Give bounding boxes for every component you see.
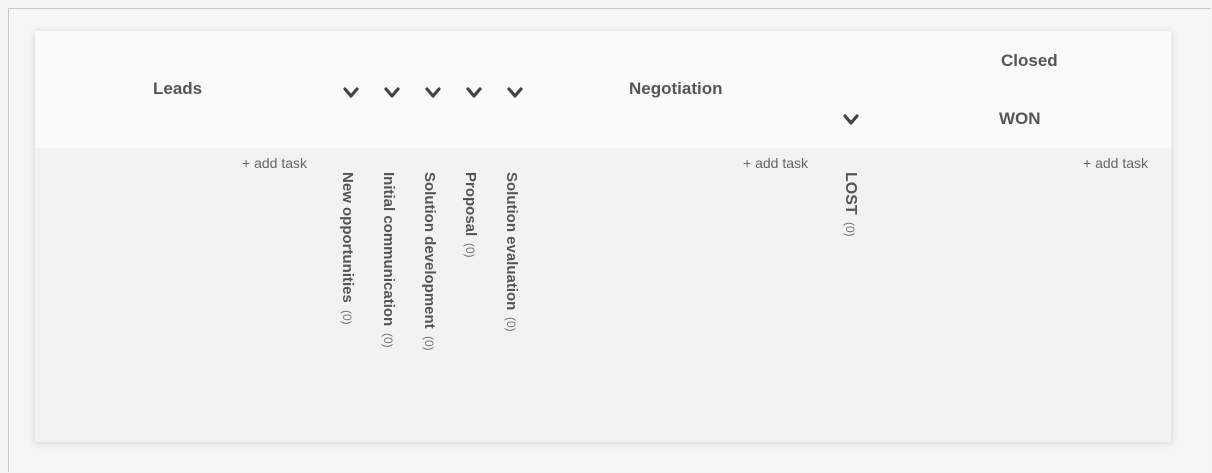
collapsed-column-count: (0): [463, 243, 477, 258]
expand-initial-communication-icon[interactable]: [383, 86, 401, 100]
collapsed-column-count: (0): [504, 317, 518, 333]
column-title-leads: Leads: [153, 79, 203, 98]
collapsed-column-count: (0): [422, 335, 436, 351]
collapsed-column-label: Solution evaluation: [503, 172, 520, 311]
collapsed-column-count: (0): [843, 221, 857, 237]
board-header-row: [35, 31, 1171, 148]
collapsed-column-solution-evaluation[interactable]: Solution evaluation (0): [503, 172, 520, 332]
collapsed-column-label: Proposal: [462, 172, 479, 237]
collapsed-column-label: New opportunities: [339, 172, 356, 303]
collapsed-column-label: LOST: [842, 172, 859, 215]
column-title-closed: Closed: [1001, 51, 1058, 70]
add-task-closed-button[interactable]: + add task: [1083, 155, 1148, 171]
collapsed-column-proposal[interactable]: Proposal (0): [462, 172, 479, 258]
expand-new-opportunities-icon[interactable]: [342, 86, 360, 100]
collapsed-column-new-opportunities[interactable]: New opportunities (0): [339, 172, 356, 325]
collapsed-column-count: (0): [340, 309, 354, 325]
expand-solution-evaluation-icon[interactable]: [506, 86, 524, 100]
board-body-row: [35, 148, 1171, 442]
collapsed-column-initial-communication[interactable]: Initial communication (0): [380, 172, 397, 348]
expand-lost-icon[interactable]: [842, 113, 860, 127]
add-task-negotiation-button[interactable]: + add task: [743, 155, 808, 171]
collapsed-column-label: Solution development: [421, 172, 438, 329]
collapsed-column-count: (0): [381, 333, 395, 348]
collapsed-column-lost[interactable]: LOST (0): [841, 172, 859, 236]
add-task-leads-button[interactable]: + add task: [242, 155, 307, 171]
collapsed-column-solution-development[interactable]: Solution development (0): [421, 172, 438, 350]
expand-solution-development-icon[interactable]: [424, 86, 442, 100]
column-title-negotiation: Negotiation: [629, 79, 723, 98]
collapsed-column-label: Initial communication: [380, 172, 397, 327]
column-subtitle-won: WON: [999, 109, 1041, 128]
kanban-board: Leads + add task New opportunities (0) In…: [35, 31, 1171, 442]
expand-proposal-icon[interactable]: [465, 86, 483, 100]
